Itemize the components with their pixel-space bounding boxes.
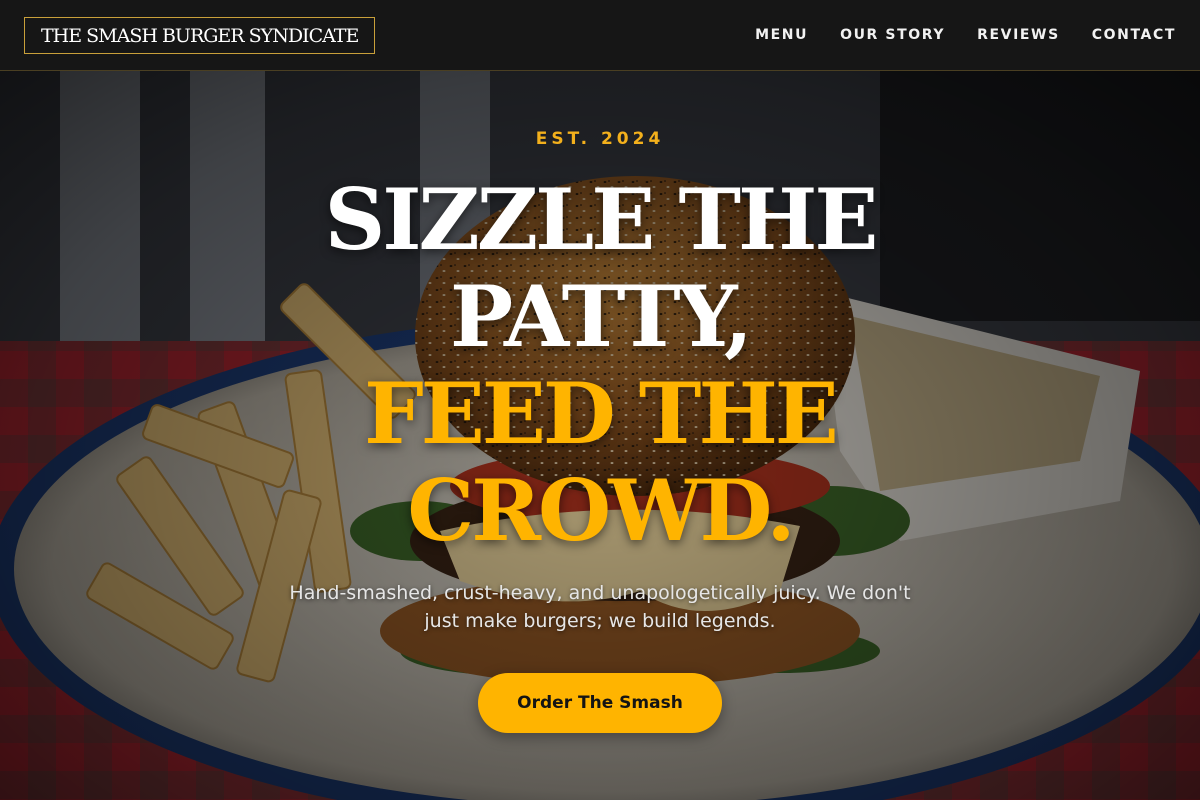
landing-page: THE SMASH BURGER SYNDICATE MENU OUR STOR… (0, 0, 1200, 800)
nav-link-menu[interactable]: MENU (755, 27, 808, 43)
nav-link-contact[interactable]: CONTACT (1092, 27, 1176, 43)
hero-content: EST. 2024 SIZZLE THE PATTY, FEED THE CRO… (0, 71, 1200, 800)
nav-link-reviews[interactable]: REVIEWS (977, 27, 1060, 43)
established-label: EST. 2024 (535, 129, 665, 149)
headline-line-2: PATTY, (449, 267, 753, 366)
headline-line-4: CROWD. (407, 461, 795, 560)
main-nav: MENU OUR STORY REVIEWS CONTACT (755, 27, 1176, 43)
hero-section: EST. 2024 SIZZLE THE PATTY, FEED THE CRO… (0, 71, 1200, 800)
headline-line-3: FEED THE (364, 364, 839, 463)
nav-link-our-story[interactable]: OUR STORY (840, 27, 945, 43)
order-button[interactable]: Order The Smash (478, 673, 722, 733)
site-header: THE SMASH BURGER SYNDICATE MENU OUR STOR… (0, 0, 1200, 71)
hero-headline: SIZZLE THE PATTY, FEED THE CROWD. (0, 171, 1200, 559)
headline-line-1: SIZZLE THE (324, 170, 879, 269)
hero-tagline: Hand-smashed, crust-heavy, and unapologe… (289, 582, 911, 632)
site-logo[interactable]: THE SMASH BURGER SYNDICATE (24, 16, 376, 54)
